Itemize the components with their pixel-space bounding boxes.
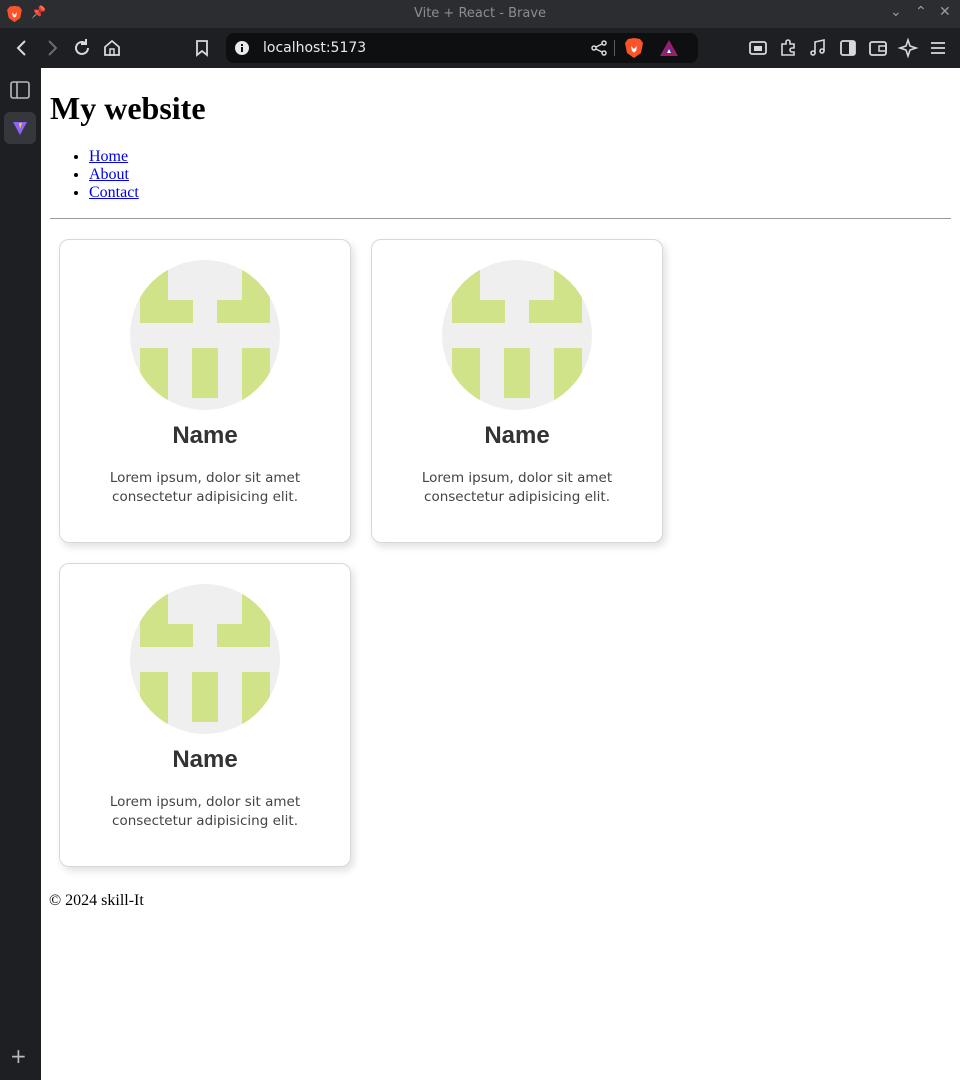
reload-icon [75,39,89,55]
card-name: Name [172,422,238,449]
card-name: Name [172,746,238,773]
home-icon [104,39,120,56]
chevron-down-icon[interactable]: ⌄ [890,4,902,20]
sidebar-item-vite[interactable] [4,112,36,144]
browser-toolbar: localhost:5173 [0,28,960,68]
nav-link-contact[interactable]: Contact [89,184,139,201]
sidebar-toggle-button[interactable] [836,36,860,60]
brave-rewards-icon[interactable] [659,38,679,58]
reload-button[interactable] [70,36,94,60]
bookmark-icon [196,40,208,57]
nav-item-about: About [89,166,139,184]
forward-arrow-icon [48,40,58,56]
site-info-icon[interactable] [234,40,250,56]
avatar-icon [442,260,592,410]
card-description: Lorem ipsum, dolor sit amet consectetur … [421,470,613,505]
window-title: Vite + React - Brave [413,6,546,21]
wallet-button[interactable] [866,36,890,60]
avatar-icon [130,260,280,410]
nav-item-home: Home [89,148,139,166]
footer-text: © 2024 skill-It [49,892,144,909]
back-arrow-icon [16,40,26,56]
nav-link-about[interactable]: About [89,166,129,183]
extensions-button[interactable] [776,36,800,60]
chevron-up-icon[interactable]: ⌃ [915,4,927,20]
close-icon[interactable]: ✕ [939,4,951,20]
profile-card: Name Lorem ipsum, dolor sit amet consect… [59,563,351,867]
profile-card: Name Lorem ipsum, dolor sit amet consect… [59,239,351,543]
divider [614,40,615,56]
leo-ai-button[interactable] [896,36,920,60]
page-content: My website Home About Contact Name Lorem… [41,68,960,1080]
picture-in-picture-button[interactable] [746,36,770,60]
divider [50,218,951,219]
browser-sidebar: + [0,68,41,1080]
address-bar[interactable]: localhost:5173 [226,33,698,63]
music-note-icon [810,39,825,56]
brave-shields-icon[interactable] [624,37,644,59]
media-button[interactable] [806,36,830,60]
card-description: Lorem ipsum, dolor sit amet consectetur … [109,470,301,505]
hamburger-menu-icon [931,42,945,54]
picture-in-picture-icon [749,41,767,55]
nav-list: Home About Contact [50,148,139,202]
card-description: Lorem ipsum, dolor sit amet consectetur … [109,794,301,829]
window-titlebar: 📌 Vite + React - Brave ⌄ ⌃ ✕ [0,0,960,28]
share-icon[interactable] [590,39,608,57]
vite-logo-icon [13,122,27,135]
sidebar-panel-icon[interactable] [9,79,31,101]
nav-link-home[interactable]: Home [89,148,128,165]
puzzle-icon [781,39,795,56]
bookmark-button[interactable] [190,36,214,60]
add-sidebar-item-button[interactable]: + [10,1044,27,1068]
sparkle-icon [897,37,919,59]
back-button[interactable] [10,36,34,60]
nav-item-contact: Contact [89,184,139,202]
wallet-icon [869,41,887,56]
sidebar-panel-icon [840,40,856,56]
card-name: Name [484,422,550,449]
profile-card: Name Lorem ipsum, dolor sit amet consect… [371,239,663,543]
url-text[interactable]: localhost:5173 [263,40,366,56]
home-button[interactable] [100,36,124,60]
avatar-icon [130,584,280,734]
forward-button[interactable] [40,36,64,60]
page-title: My website [50,90,206,126]
menu-button[interactable] [926,36,950,60]
